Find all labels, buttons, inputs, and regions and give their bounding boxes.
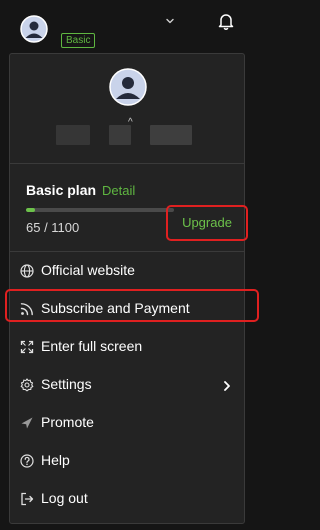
menu-item-promote[interactable]: Promote [10,404,244,442]
fullscreen-icon [20,340,34,354]
chevron-down-icon[interactable] [164,14,176,26]
redacted-username-part [150,125,192,145]
plan-title: Basic plan [26,182,97,198]
send-icon [20,416,34,430]
gear-icon [20,378,34,392]
subscribe-highlight-annotation [5,289,259,322]
profile-section: ^ [10,54,244,164]
usage-progress-bar [26,208,174,212]
menu-item-log-out[interactable]: Log out [10,480,244,518]
menu-item-official-website[interactable]: Official website [10,252,244,290]
chevron-right-icon [222,379,232,391]
upgrade-button[interactable]: Upgrade [166,205,248,241]
top-bar: Basic [0,0,258,52]
menu-item-label: Settings [41,376,92,392]
bell-icon[interactable] [216,11,236,31]
menu-item-enter-full-screen[interactable]: Enter full screen [10,328,244,366]
menu-item-settings[interactable]: Settings [10,366,244,404]
plan-badge: Basic [61,33,96,48]
logout-icon [20,492,34,506]
menu-item-label: Help [41,452,70,468]
profile-avatar [109,68,147,106]
account-menu: Official website Subscribe and Payment E… [5,252,259,518]
usage-progress-fill [26,208,35,212]
usage-count: 65 / 1100 [26,220,80,235]
avatar-icon [20,15,48,43]
plan-detail-link[interactable]: Detail [102,183,135,198]
avatar-icon [109,68,147,106]
redacted-username-part [109,125,131,145]
help-icon [20,454,34,468]
globe-icon [20,264,34,278]
menu-item-help[interactable]: Help [10,442,244,480]
menu-item-label: Log out [41,490,88,506]
user-avatar[interactable] [20,15,48,43]
menu-item-label: Promote [41,414,94,430]
plan-section: Basic plan Detail 65 / 1100 Upgrade [10,164,248,252]
redacted-username-part [56,125,90,145]
menu-item-label: Enter full screen [41,338,143,354]
account-dropdown-panel: ^ Basic plan Detail 65 / 1100 Upgrade Of… [5,53,259,524]
menu-item-label: Official website [41,262,135,278]
